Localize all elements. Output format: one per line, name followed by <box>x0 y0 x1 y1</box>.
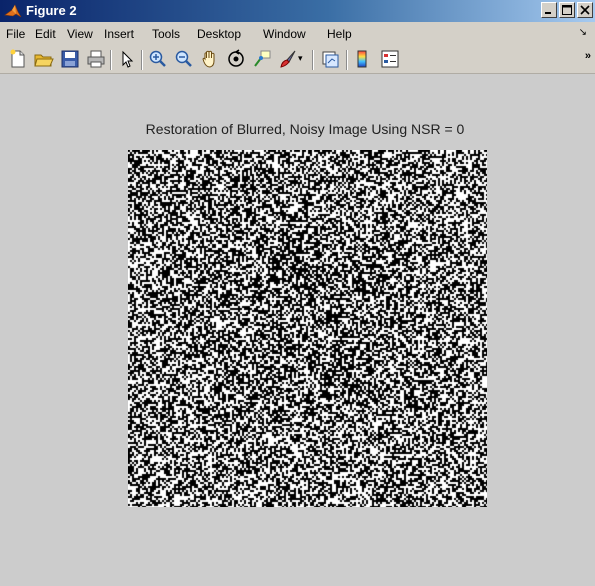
window-controls <box>541 2 593 18</box>
figure-canvas: Restoration of Blurred, Noisy Image Usin… <box>0 74 595 586</box>
zoom-in-icon[interactable] <box>148 49 168 69</box>
axes-title: Restoration of Blurred, Noisy Image Usin… <box>145 121 465 137</box>
maximize-button[interactable] <box>559 2 575 18</box>
noise-image <box>128 150 487 507</box>
pointer-icon[interactable] <box>117 49 137 69</box>
save-icon[interactable] <box>60 49 80 69</box>
open-file-icon[interactable] <box>34 49 54 69</box>
toolbar-separator <box>312 50 314 70</box>
print-icon[interactable] <box>86 49 106 69</box>
close-button[interactable] <box>577 2 593 18</box>
menu-edit[interactable]: Edit <box>35 27 56 41</box>
colorbar-icon[interactable] <box>352 49 372 69</box>
pan-hand-icon[interactable] <box>200 49 220 69</box>
menu-insert[interactable]: Insert <box>104 27 134 41</box>
menu-bar: File Edit View Insert Tools Desktop Wind… <box>0 22 595 44</box>
toolbar-overflow-icon[interactable]: » <box>585 50 591 62</box>
menu-view[interactable]: View <box>67 27 93 41</box>
title-bar[interactable]: Figure 2 <box>0 0 595 22</box>
toolbar-separator <box>141 50 143 70</box>
data-cursor-icon[interactable] <box>252 49 272 69</box>
window-title: Figure 2 <box>26 3 77 18</box>
figure-toolbar: ▾ » <box>0 44 595 74</box>
link-plot-icon[interactable] <box>320 49 340 69</box>
new-figure-icon[interactable] <box>8 49 28 69</box>
rotate-3d-icon[interactable] <box>226 49 246 69</box>
menu-overflow-icon[interactable]: ↘ <box>579 27 587 38</box>
menu-tools[interactable]: Tools <box>152 27 180 41</box>
minimize-button[interactable] <box>541 2 557 18</box>
binary-noise-image <box>128 150 487 507</box>
matlab-logo-icon <box>4 3 22 19</box>
legend-icon[interactable] <box>380 49 400 69</box>
menu-desktop[interactable]: Desktop <box>197 27 241 41</box>
figure-window: Figure 2 File Edit View Insert Tools Des… <box>0 0 595 586</box>
menu-file[interactable]: File <box>6 27 25 41</box>
toolbar-separator <box>346 50 348 70</box>
menu-help[interactable]: Help <box>327 27 352 41</box>
brush-dropdown-icon[interactable]: ▾ <box>298 53 308 73</box>
zoom-out-icon[interactable] <box>174 49 194 69</box>
toolbar-separator <box>110 50 112 70</box>
menu-window[interactable]: Window <box>263 27 306 41</box>
brush-icon[interactable] <box>278 49 298 69</box>
